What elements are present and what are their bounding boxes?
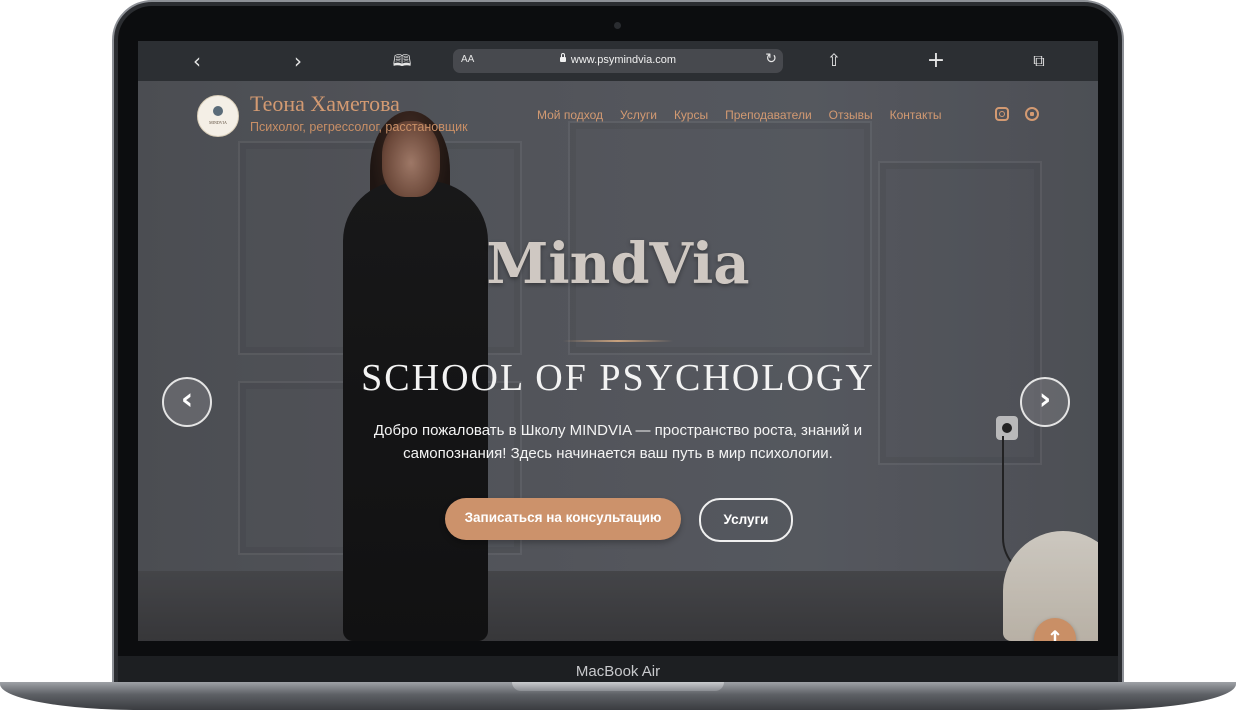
- nav-item-approach[interactable]: Мой подход: [537, 108, 603, 122]
- hero-brand: MindVia: [486, 231, 750, 297]
- nav-item-teachers[interactable]: Преподаватели: [725, 108, 812, 122]
- back-icon[interactable]: ‹: [185, 49, 209, 73]
- hero-title: SCHOOL OF PSYCHOLOGY: [361, 357, 875, 399]
- browser-screen: ‹ › 🕮 AA www.psymindvia.com ↻ ⇧ + ⧉ MIND…: [138, 41, 1098, 641]
- new-tab-icon[interactable]: +: [924, 49, 948, 73]
- nav-item-courses[interactable]: Курсы: [674, 108, 708, 122]
- instagram-icon[interactable]: [995, 107, 1009, 121]
- reload-icon[interactable]: ↻: [765, 51, 777, 67]
- main-nav: Мой подход Услуги Курсы Преподаватели От…: [537, 108, 958, 122]
- hero-divider: [563, 340, 673, 342]
- carousel-prev-button[interactable]: ‹: [162, 377, 212, 427]
- hero-section: MINDVIA Теона Хаметова Психолог, регресс…: [138, 81, 1098, 641]
- nav-item-contacts[interactable]: Контакты: [890, 108, 942, 122]
- book-consultation-button[interactable]: Записаться на консультацию: [445, 498, 681, 540]
- nav-item-services[interactable]: Услуги: [620, 108, 657, 122]
- site-subtitle: Психолог, регрессолог, расстановщик: [250, 120, 468, 134]
- share-icon[interactable]: ⇧: [822, 49, 846, 73]
- tabs-overview-icon[interactable]: ⧉: [1027, 49, 1051, 73]
- laptop-notch: [512, 682, 724, 691]
- nav-item-reviews[interactable]: Отзывы: [829, 108, 873, 122]
- carousel-next-button[interactable]: ›: [1020, 377, 1070, 427]
- url-value: www.psymindvia.com: [570, 54, 677, 66]
- browser-toolbar: ‹ › 🕮 AA www.psymindvia.com ↻ ⇧ + ⧉: [138, 41, 1098, 82]
- lock-icon: [559, 53, 566, 62]
- address-bar[interactable]: AA www.psymindvia.com ↻: [453, 49, 783, 73]
- site-logo[interactable]: MINDVIA: [197, 95, 239, 137]
- logo-text: MINDVIA: [209, 120, 227, 125]
- bookmarks-icon[interactable]: 🕮: [390, 49, 414, 73]
- chevron-right-icon: ›: [1038, 382, 1052, 417]
- logo-icon: [213, 106, 223, 116]
- chevron-left-icon: ‹: [180, 382, 194, 417]
- hero-welcome-text: Добро пожаловать в Школу MINDVIA — прост…: [373, 422, 863, 462]
- services-button[interactable]: Услуги: [699, 498, 793, 542]
- device-label: MacBook Air: [575, 663, 661, 680]
- arrow-up-icon: ↑: [1046, 626, 1064, 641]
- site-name[interactable]: Теона Хаметова: [250, 91, 400, 117]
- url-text[interactable]: www.psymindvia.com: [453, 53, 783, 66]
- whatsapp-icon[interactable]: [1025, 107, 1039, 121]
- forward-icon[interactable]: ›: [286, 49, 310, 73]
- camera-icon: [614, 22, 621, 29]
